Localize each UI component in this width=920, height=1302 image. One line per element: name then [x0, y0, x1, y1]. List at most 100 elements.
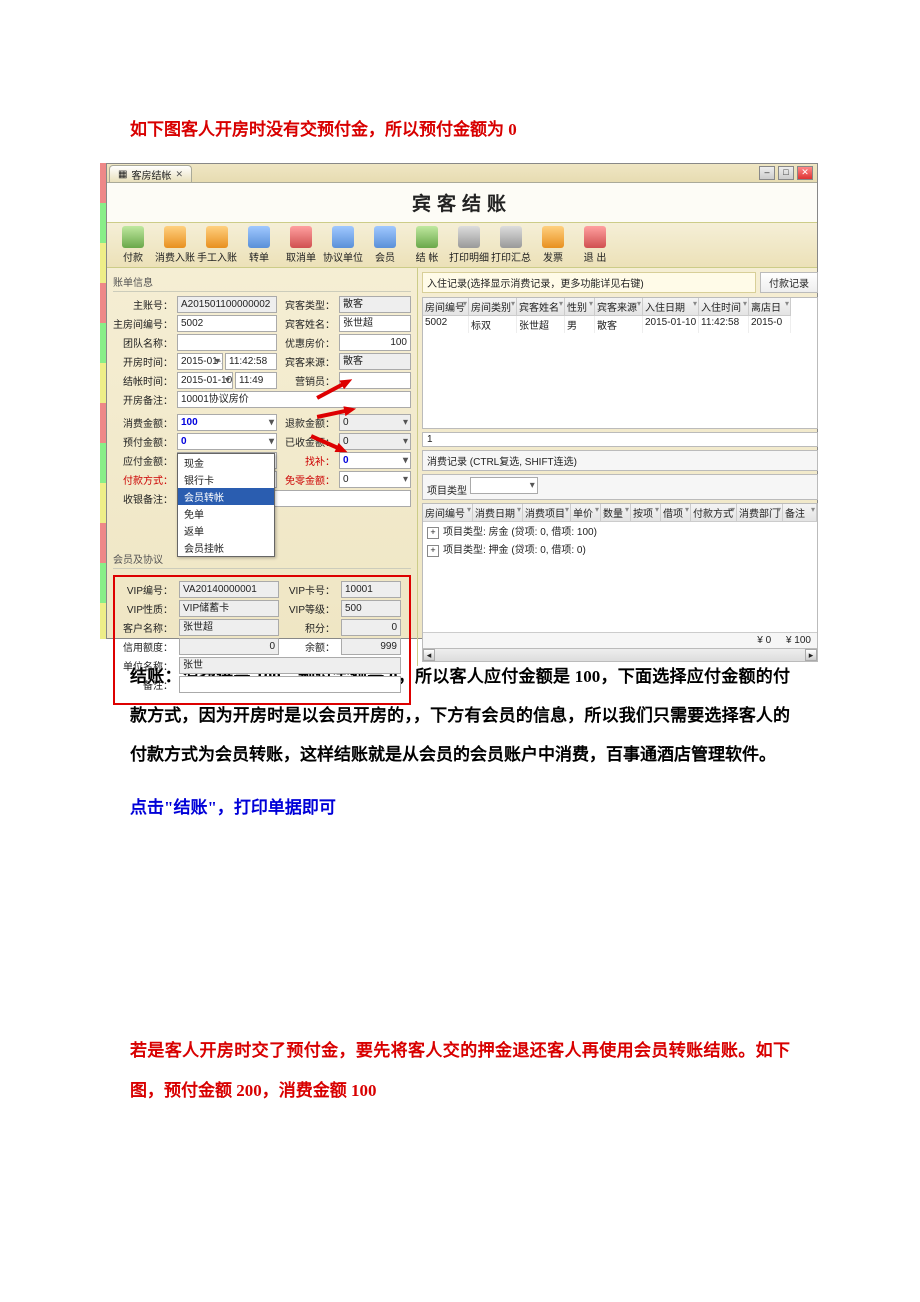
column-header[interactable]: 入住时间: [699, 298, 749, 316]
field-prefprice: 100: [339, 334, 411, 351]
lbl-prepaid: 预付金额：: [113, 434, 173, 449]
toolbar-button[interactable]: 手工入账: [197, 226, 237, 264]
left-pane: 账单信息 主账号： A201501100000002 宾客类型： 散客 主房间编…: [107, 268, 417, 666]
toolbar-label: 取消单: [281, 249, 321, 264]
field-bu[interactable]: 0: [339, 452, 411, 469]
bill-section-header: 账单信息: [113, 272, 411, 292]
column-header[interactable]: 离店日: [749, 298, 791, 316]
toolbar-label: 手工入账: [197, 249, 237, 264]
toolbar-button[interactable]: 退 出: [575, 226, 615, 264]
field-checkouttime[interactable]: 11:49: [235, 372, 277, 389]
lbl-opentime: 开房时间：: [113, 354, 173, 369]
column-header[interactable]: 按项: [631, 504, 661, 522]
toolbar-button[interactable]: 结 帐: [407, 226, 447, 264]
lbl-credit: 信用额度：: [121, 639, 173, 654]
expand-icon[interactable]: +: [427, 545, 439, 557]
table-cell: 11:42:58: [699, 316, 749, 333]
lbl-viplevel: VIP等级：: [285, 601, 335, 616]
field-opendate[interactable]: 2015-01-10: [177, 353, 223, 370]
field-roomno[interactable]: 5002: [177, 315, 277, 332]
table-cell: 5002: [423, 316, 469, 333]
toolbar-button[interactable]: 消费入账: [155, 226, 195, 264]
horizontal-scrollbar[interactable]: ◂ ▸: [423, 648, 817, 661]
lbl-checkout: 结帐时间：: [113, 373, 173, 388]
lbl-roomno: 主房间编号：: [113, 316, 173, 331]
paytype-option[interactable]: 免单: [178, 505, 274, 522]
column-header[interactable]: 单价: [571, 504, 601, 522]
column-header[interactable]: 消费日期: [473, 504, 523, 522]
record-count: 1: [422, 432, 818, 447]
paytype-option[interactable]: 会员转帐: [178, 488, 274, 505]
paytype-dropdown[interactable]: 现金银行卡会员转帐免单返单会员挂帐: [177, 453, 275, 557]
lbl-guesttype: 宾客类型：: [281, 297, 335, 312]
toolbar-label: 会员: [365, 249, 405, 264]
paytype-option[interactable]: 银行卡: [178, 471, 274, 488]
field-consume[interactable]: 100: [177, 414, 277, 431]
toolbar-button[interactable]: 发票: [533, 226, 573, 264]
scroll-left-icon[interactable]: ◂: [423, 649, 435, 661]
right-pane: 入住记录(选择显示消费记录，更多功能详见右键) 付款记录 房间编号房间类别宾客姓…: [417, 268, 822, 666]
field-guesttype: 散客: [339, 296, 411, 313]
column-header[interactable]: 消费项目: [523, 504, 571, 522]
lbl-unit: 单位名称：: [121, 658, 173, 673]
toolbar-button[interactable]: 转单: [239, 226, 279, 264]
toolbar-button[interactable]: 付款: [113, 226, 153, 264]
consume-filter-hint: 消费记录 (CTRL复选, SHIFT连选): [422, 450, 818, 471]
column-header[interactable]: 性别: [565, 298, 595, 316]
payment-records-tab[interactable]: 付款记录: [760, 272, 818, 293]
toolbar-label: 协议单位: [323, 249, 363, 264]
field-openremark[interactable]: 10001协议房价: [177, 391, 411, 408]
lbl-consume: 消费金额：: [113, 415, 173, 430]
column-header[interactable]: 消费部门: [737, 504, 783, 522]
doc-icon: ▦: [118, 169, 127, 180]
toolbar-button[interactable]: 打印汇总: [491, 226, 531, 264]
scroll-right-icon[interactable]: ▸: [805, 649, 817, 661]
toolbar-button[interactable]: 协议单位: [323, 226, 363, 264]
tab-close-icon[interactable]: ✕: [175, 169, 183, 180]
column-header[interactable]: 入住日期: [643, 298, 699, 316]
project-type-filter[interactable]: 项目类型: [422, 474, 818, 500]
field-checkoutdate[interactable]: 2015-01-10: [177, 372, 233, 389]
project-type-select[interactable]: [470, 477, 538, 494]
field-prepaid[interactable]: 0: [177, 433, 277, 450]
field-guestname[interactable]: 张世超: [339, 315, 411, 332]
field-vipno: VA20140000001: [179, 581, 279, 598]
field-team[interactable]: [177, 334, 277, 351]
window-max-icon[interactable]: □: [778, 166, 794, 180]
window-min-icon[interactable]: –: [759, 166, 775, 180]
field-billno: A201501100000002: [177, 296, 277, 313]
items-table[interactable]: 房间编号消费日期消费项目单价数量按项借项付款方式消费部门备注 +项目类型: 房金…: [422, 503, 818, 662]
toolbar-icon: [458, 226, 480, 248]
lbl-custname: 客户名称：: [121, 620, 173, 635]
column-header[interactable]: 借项: [661, 504, 691, 522]
field-note[interactable]: [179, 676, 401, 693]
paytype-option[interactable]: 返单: [178, 522, 274, 539]
column-header[interactable]: 房间编号: [423, 504, 473, 522]
toolbar-button[interactable]: 会员: [365, 226, 405, 264]
tree-row-yajin[interactable]: +项目类型: 押金 (贷项: 0, 借项: 0): [423, 540, 817, 558]
field-remaining[interactable]: 0: [339, 471, 411, 488]
column-header[interactable]: 宾客来源: [595, 298, 643, 316]
field-custname: 张世超: [179, 619, 279, 636]
field-opentime[interactable]: 11:42:58: [225, 353, 277, 370]
window-close-icon[interactable]: ✕: [797, 166, 813, 180]
toolbar-button[interactable]: 打印明细: [449, 226, 489, 264]
toolbar-button[interactable]: 取消单: [281, 226, 321, 264]
toolbar-label: 消费入账: [155, 249, 195, 264]
expand-icon[interactable]: +: [427, 527, 439, 539]
column-header[interactable]: 房间类别: [469, 298, 517, 316]
window-tab[interactable]: ▦ 客房结帐 ✕: [109, 165, 192, 182]
column-header[interactable]: 备注: [783, 504, 817, 522]
paytype-option[interactable]: 现金: [178, 454, 274, 471]
column-header[interactable]: 付款方式: [691, 504, 737, 522]
column-header[interactable]: 宾客姓名: [517, 298, 565, 316]
rooms-table[interactable]: 房间编号房间类别宾客姓名性别宾客来源入住日期入住时间离店日 5002标双张世超男…: [422, 297, 818, 429]
table-cell: 2015-0: [749, 316, 791, 333]
toolbar-label: 发票: [533, 249, 573, 264]
field-refund: 0: [339, 414, 411, 431]
tree-row-fangjin[interactable]: +项目类型: 房金 (贷项: 0, 借项: 100): [423, 522, 817, 540]
paytype-option[interactable]: 会员挂帐: [178, 539, 274, 556]
column-header[interactable]: 房间编号: [423, 298, 469, 316]
toolbar-icon: [584, 226, 606, 248]
column-header[interactable]: 数量: [601, 504, 631, 522]
